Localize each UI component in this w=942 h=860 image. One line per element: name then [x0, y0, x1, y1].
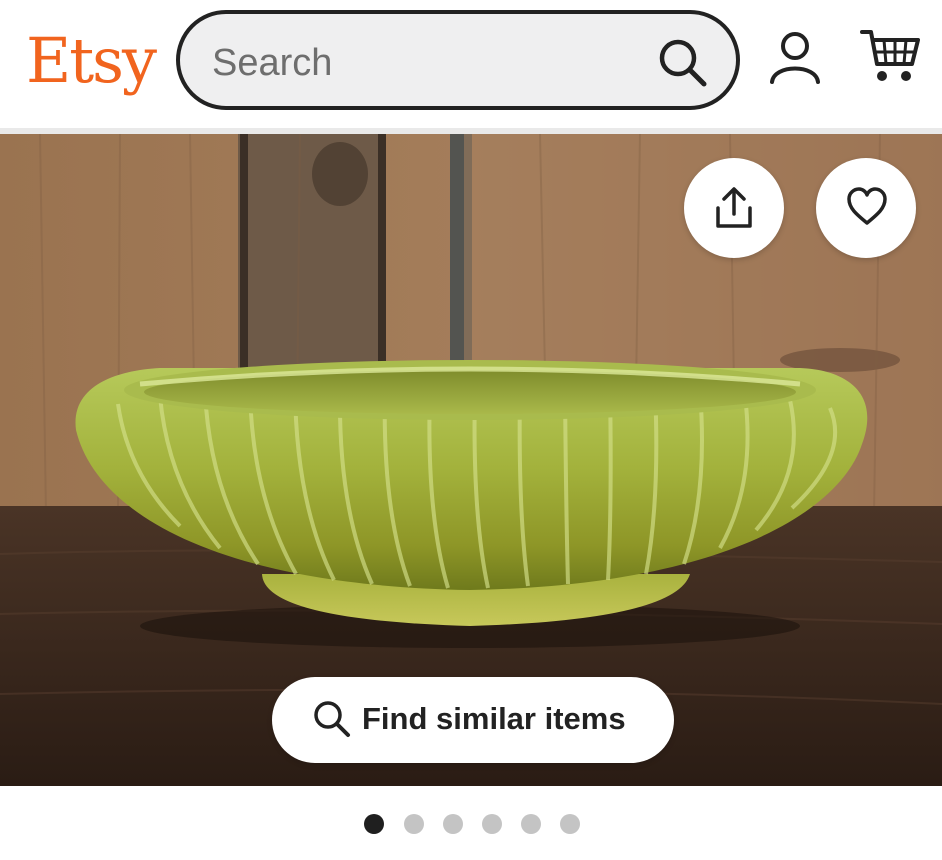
top-header: Etsy: [0, 0, 942, 128]
search-input[interactable]: [210, 36, 654, 90]
search-icon[interactable]: [656, 36, 710, 90]
pagination-dot-1[interactable]: [364, 814, 384, 834]
pagination-dot-6[interactable]: [560, 814, 580, 834]
account-icon[interactable]: [766, 28, 824, 86]
find-similar-label: Find similar items: [362, 701, 626, 736]
search-bar: [176, 10, 740, 110]
share-icon: [716, 187, 752, 228]
listing-image[interactable]: Find similar items: [0, 134, 942, 786]
pagination-dot-4[interactable]: [482, 814, 502, 834]
find-similar-button[interactable]: Find similar items: [272, 677, 674, 763]
etsy-logo[interactable]: Etsy: [26, 22, 157, 100]
favorite-button[interactable]: [816, 158, 916, 258]
pagination-dot-5[interactable]: [521, 814, 541, 834]
pagination-dot-3[interactable]: [443, 814, 463, 834]
cart-icon[interactable]: [860, 26, 922, 86]
heart-icon: [847, 187, 887, 225]
pagination-dot-2[interactable]: [404, 814, 424, 834]
share-button[interactable]: [684, 158, 784, 258]
search-icon: [314, 701, 350, 737]
